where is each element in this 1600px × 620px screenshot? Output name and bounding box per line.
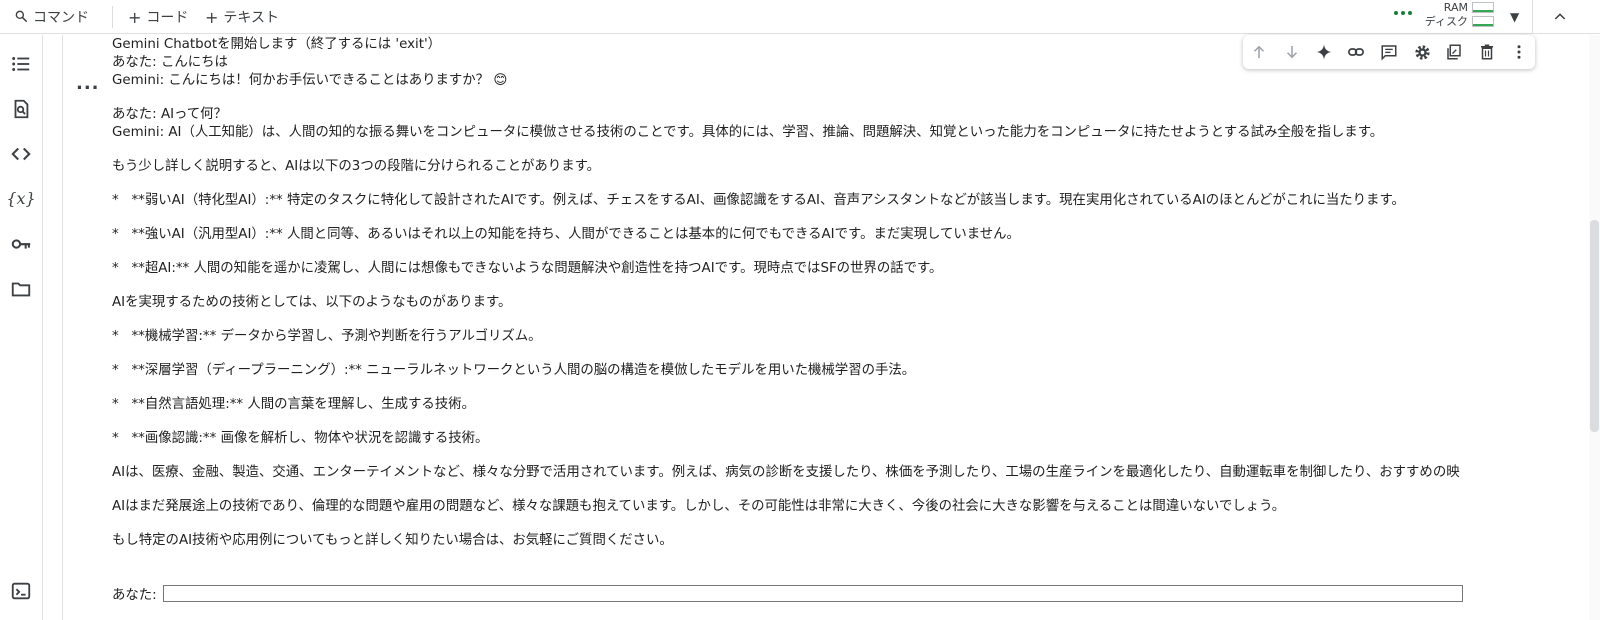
- chat-input-row: あなた:: [112, 583, 1463, 603]
- gemini-sparkle-icon[interactable]: [1312, 40, 1336, 64]
- toc-list-icon[interactable]: [8, 51, 34, 77]
- more-vert-icon[interactable]: [1507, 40, 1531, 64]
- output-line: Gemini: AI（人工知能）は、人間の知的な振る舞いをコンピュータに模倣させ…: [112, 125, 1384, 140]
- add-code-button[interactable]: + コード: [128, 0, 188, 34]
- input-prompt-label: あなた:: [112, 588, 157, 603]
- chevron-up-icon[interactable]: [1552, 0, 1568, 34]
- cell-gutter: [62, 35, 63, 620]
- output-blank: [112, 142, 1577, 158]
- find-in-page-icon[interactable]: [8, 96, 34, 122]
- code-label: コード: [146, 10, 189, 26]
- output-blank: [112, 244, 1577, 260]
- runtime-status-indicator[interactable]: [1394, 11, 1412, 15]
- toolbar-divider: [112, 6, 113, 28]
- plus-icon: +: [205, 7, 219, 27]
- command-palette-button[interactable]: コマンド: [14, 0, 89, 34]
- folder-icon[interactable]: [8, 276, 34, 302]
- disk-label: ディスク: [1424, 15, 1468, 28]
- terminal-icon[interactable]: [8, 578, 34, 604]
- output-line: * **弱いAI（特化型AI）:** 特定のタスクに特化して設計されたAIです。…: [112, 193, 1405, 208]
- output-line: * **画像認識:** 画像を解析し、物体や状況を認識する技術。: [112, 431, 489, 446]
- top-toolbar: コマンド + コード + テキスト RAM ディスク ▼: [0, 0, 1600, 34]
- command-label: コマンド: [33, 10, 89, 26]
- cell-output: Gemini Chatbotを開始します（終了するには 'exit'） あなた:…: [112, 36, 1577, 620]
- variables-icon[interactable]: {𝑥}: [6, 185, 35, 211]
- resource-labels[interactable]: RAM ディスク: [1420, 1, 1468, 29]
- scrollbar-thumb[interactable]: [1590, 220, 1599, 432]
- ram-meter: [1472, 2, 1494, 13]
- output-blank: [112, 278, 1577, 294]
- output-line: Gemini: こんにちは！何かお手伝いできることはありますか？ 😊: [112, 73, 508, 88]
- disk-meter: [1472, 16, 1494, 27]
- text-label: テキスト: [223, 10, 279, 26]
- output-line: もう少し詳しく説明すると、AIは以下の3つの段階に分けられることがあります。: [112, 159, 601, 174]
- code-snippets-icon[interactable]: [8, 141, 34, 167]
- left-sidebar: {𝑥}: [0, 35, 43, 620]
- output-blank: [112, 346, 1577, 362]
- ram-label: RAM: [1443, 1, 1468, 14]
- output-blank: [112, 176, 1577, 192]
- move-cell-down-icon[interactable]: [1280, 40, 1304, 64]
- output-line: AIはまだ発展途上の技術であり、倫理的な問題や雇用の問題など、様々な課題も抱えて…: [112, 499, 1286, 514]
- toolbar-divider: [1532, 0, 1533, 34]
- output-line: もし特定のAI技術や応用例についてもっと詳しく知りたい場合は、お気軽にご質問くだ…: [112, 533, 673, 548]
- caret-down-icon[interactable]: ▼: [1510, 0, 1519, 34]
- output-blank: [112, 482, 1577, 498]
- move-cell-up-icon[interactable]: [1247, 40, 1271, 64]
- output-blank: [112, 210, 1577, 226]
- search-icon: [14, 8, 28, 27]
- comment-icon[interactable]: [1377, 40, 1401, 64]
- output-line: AIを実現するための技術としては、以下のようなものがあります。: [112, 295, 512, 310]
- gear-icon[interactable]: [1410, 40, 1434, 64]
- output-blank: [112, 414, 1577, 430]
- output-line: * **深層学習（ディープラーニング）:** ニューラルネットワークという人間の…: [112, 363, 916, 378]
- output-line: あなた: AIって何？: [112, 107, 227, 122]
- output-blank: [112, 90, 1577, 106]
- more-horiz-icon[interactable]: ...: [76, 75, 99, 93]
- output-blank: [112, 516, 1577, 532]
- plus-icon: +: [128, 7, 142, 27]
- trash-icon[interactable]: [1475, 40, 1499, 64]
- output-blank: [112, 312, 1577, 328]
- output-blank: [112, 448, 1577, 464]
- link-icon[interactable]: [1344, 40, 1368, 64]
- mirror-cell-icon[interactable]: [1442, 40, 1466, 64]
- output-line: * **自然言語処理:** 人間の言葉を理解し、生成する技術。: [112, 397, 475, 412]
- output-line: * **超AI:** 人間の知能を遥かに凌駕し、人間には想像もできないような問題…: [112, 261, 943, 276]
- cell-toolbar: [1243, 35, 1535, 69]
- output-line: * **強いAI（汎用型AI）:** 人間と同等、あるいはそれ以上の知能を持ち、…: [112, 227, 1020, 242]
- add-text-button[interactable]: + テキスト: [205, 0, 279, 34]
- output-line: AIは、医療、金融、製造、交通、エンターテイメントなど、様々な分野で活用されてい…: [112, 465, 1460, 480]
- resource-meters[interactable]: [1472, 2, 1494, 30]
- output-blank: [112, 380, 1577, 396]
- output-line: * **機械学習:** データから学習し、予測や判断を行うアルゴリズム。: [112, 329, 542, 344]
- key-icon[interactable]: [8, 231, 34, 257]
- chat-input[interactable]: [162, 584, 1463, 602]
